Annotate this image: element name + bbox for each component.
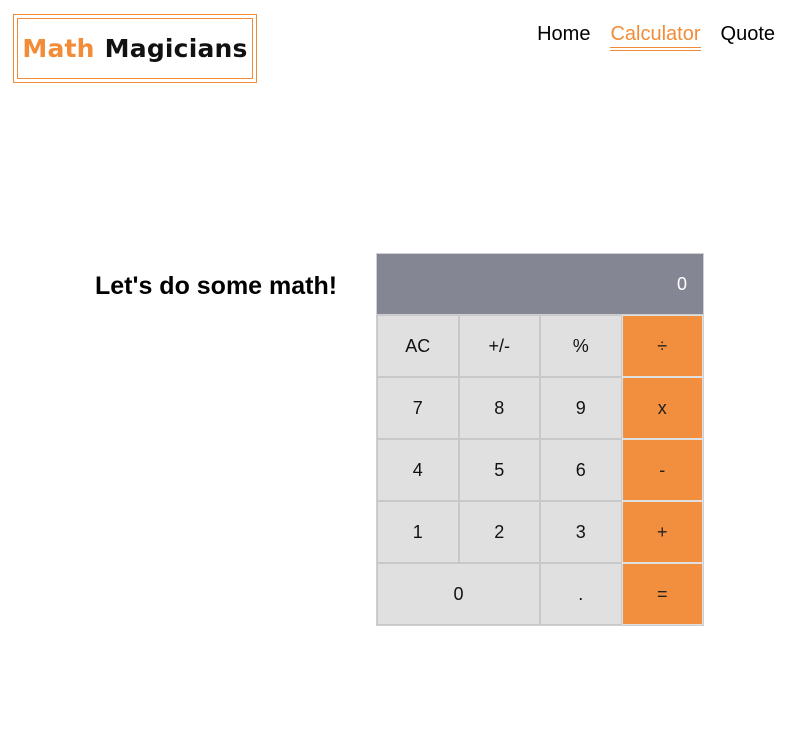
key-3[interactable]: 3 <box>540 501 622 563</box>
key-decimal[interactable]: . <box>540 563 622 625</box>
page-heading: Let's do some math! <box>95 272 338 300</box>
nav-link-calculator[interactable]: Calculator <box>610 22 701 51</box>
key-add[interactable]: + <box>621 501 703 563</box>
nav-link-quote[interactable]: Quote <box>721 22 775 51</box>
key-multiply[interactable]: x <box>621 377 703 439</box>
main-nav: Home Calculator Quote <box>537 22 775 51</box>
key-6[interactable]: 6 <box>540 439 622 501</box>
key-1[interactable]: 1 <box>377 501 459 563</box>
calculator: 0 AC +/- % ÷ 7 8 9 x 4 5 6 - 1 2 3 + 0 .… <box>376 253 704 626</box>
key-all-clear[interactable]: AC <box>377 315 459 377</box>
key-toggle-sign[interactable]: +/- <box>458 315 540 377</box>
key-percent[interactable]: % <box>540 315 622 377</box>
key-7[interactable]: 7 <box>377 377 459 439</box>
logo-word-magicians: Magicians <box>104 34 248 63</box>
key-equals[interactable]: = <box>621 563 703 625</box>
key-2[interactable]: 2 <box>458 501 540 563</box>
calculator-display: 0 <box>377 254 703 315</box>
logo: Math Magicians <box>13 14 257 83</box>
key-8[interactable]: 8 <box>458 377 540 439</box>
key-5[interactable]: 5 <box>458 439 540 501</box>
nav-link-home[interactable]: Home <box>537 22 590 51</box>
key-0[interactable]: 0 <box>377 563 540 625</box>
key-divide[interactable]: ÷ <box>621 315 703 377</box>
key-subtract[interactable]: - <box>621 439 703 501</box>
key-4[interactable]: 4 <box>377 439 459 501</box>
display-value: 0 <box>676 273 687 294</box>
logo-word-math: Math <box>22 34 95 63</box>
key-9[interactable]: 9 <box>540 377 622 439</box>
logo-frame: Math Magicians <box>17 18 253 79</box>
calculator-keypad: AC +/- % ÷ 7 8 9 x 4 5 6 - 1 2 3 + 0 . = <box>377 315 703 625</box>
